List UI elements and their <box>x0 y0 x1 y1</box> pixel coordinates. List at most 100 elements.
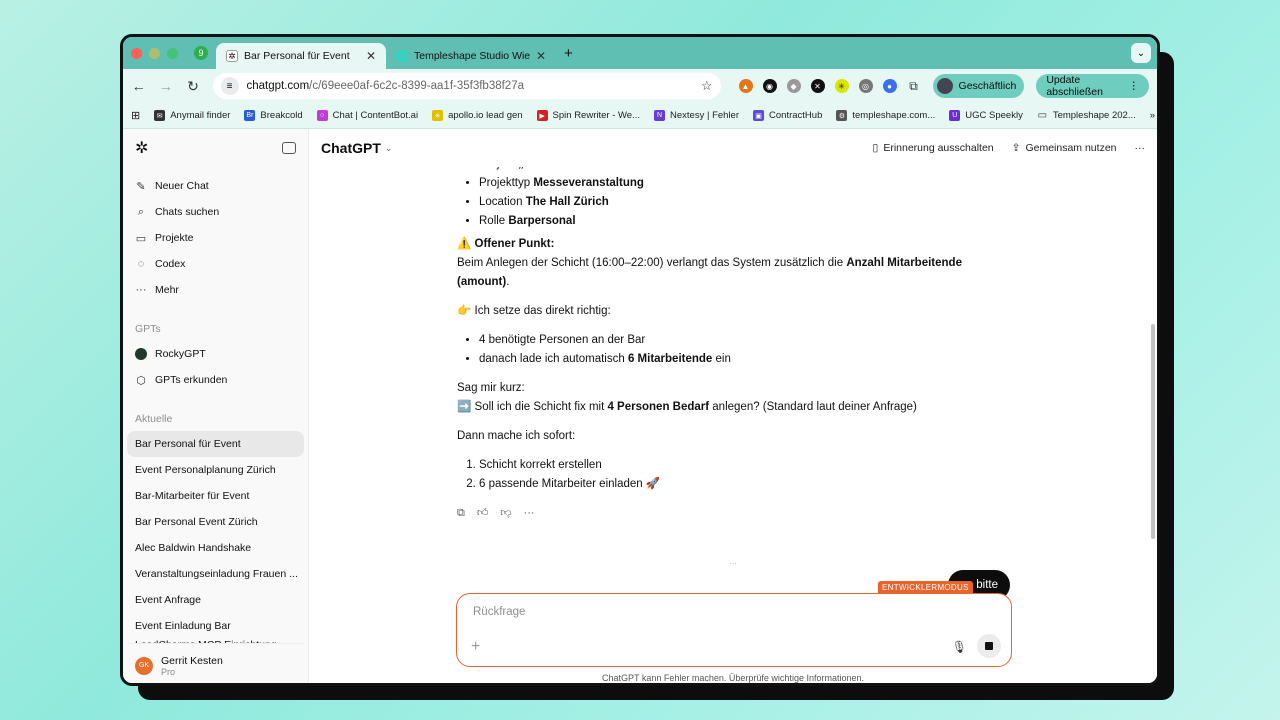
composer[interactable]: Rückfrage + 🎙︎ <box>456 593 1012 667</box>
close-tab-icon[interactable]: ✕ <box>536 49 546 63</box>
paragraph-bold: 4 Personen Bedarf <box>607 401 710 413</box>
openai-logo-icon[interactable]: ✲ <box>135 138 148 158</box>
recent-chat-item[interactable]: Bar Personal für Event <box>127 431 304 457</box>
folder-icon: ▭ <box>135 232 147 245</box>
user-account-button[interactable]: GK Gerrit Kesten Pro <box>127 643 304 683</box>
bookmark-item[interactable]: ▶ Spin Rewriter - We... <box>536 110 640 121</box>
sidebar-item-rockygpt[interactable]: RockyGPT <box>127 341 304 367</box>
tab-group-count[interactable]: 9 <box>194 46 208 60</box>
back-button[interactable]: ← <box>131 78 146 94</box>
folder-icon: ▭ <box>1037 110 1048 121</box>
browser-window: 9 ✲ Bar Personal für Event ✕ Templeshape… <box>120 34 1160 686</box>
bookmark-favicon-icon: ⚙ <box>836 110 848 121</box>
model-selector[interactable]: ChatGPT ⌄ <box>321 140 392 156</box>
more-options-icon[interactable]: ··· <box>524 504 535 523</box>
sidebar-item-projects[interactable]: ▭ Projekte <box>127 225 304 251</box>
bookmark-label: templeshape.com... <box>852 110 936 121</box>
microphone-icon[interactable]: 🎙︎ <box>952 640 967 654</box>
thumbs-down-icon[interactable]: 👎︎ <box>500 504 511 523</box>
sidebar-item-codex[interactable]: ◌ Codex <box>127 251 304 277</box>
bookmark-item[interactable]: ○ Chat | ContentBot.ai <box>316 110 419 121</box>
paragraph-text: Soll ich die Schicht fix mit <box>474 401 608 413</box>
copy-icon[interactable]: ⧉ <box>457 504 465 523</box>
user-name: Gerrit Kesten <box>161 654 223 667</box>
extension-icon[interactable]: ● <box>882 79 897 93</box>
close-window-button[interactable] <box>131 47 142 59</box>
more-options-icon[interactable]: ··· <box>1135 142 1146 154</box>
chat-header: ChatGPT ⌄ ▯ Erinnerung ausschalten ⇪ Gemein… <box>309 129 1157 167</box>
bookmark-favicon-icon: N <box>654 110 666 121</box>
ask-text: Sag mir kurz: <box>457 382 525 394</box>
tab-chatgpt[interactable]: ✲ Bar Personal für Event ✕ <box>216 43 386 69</box>
recent-chat-item[interactable]: Veranstaltungseinladung Frauen ... <box>127 561 304 587</box>
browser-toolbar: ← → ↻ ≡ chatgpt.com/c/69eee0af-6c2c-8399… <box>123 69 1157 103</box>
extension-icon[interactable]: ◉ <box>762 79 777 93</box>
recent-chat-item[interactable]: Alec Baldwin Handshake <box>127 535 304 561</box>
puzzle-icon[interactable]: ⧉ <box>907 79 921 93</box>
thumbs-up-icon[interactable]: 👍︎ <box>477 504 489 523</box>
recent-chat-item[interactable]: Event Anfrage <box>127 587 304 613</box>
address-bar[interactable]: ≡ chatgpt.com/c/69eee0af-6c2c-8399-aa1f-… <box>212 73 721 99</box>
recent-chat-item[interactable]: Event Einladung Bar <box>127 613 304 639</box>
bookmark-item[interactable]: Br Breakcold <box>244 110 303 121</box>
bookmark-folder[interactable]: ▭ Templeshape 202... <box>1037 110 1136 121</box>
bookmark-item[interactable]: U UGC Speekly <box>949 110 1023 121</box>
profile-label: Geschäftlich <box>958 80 1017 92</box>
extension-icon[interactable]: ✕ <box>810 79 825 93</box>
open-point-heading: Offener Punkt: <box>474 238 555 250</box>
bookmark-star-icon[interactable]: ☆ <box>701 78 713 94</box>
maximize-window-button[interactable] <box>167 47 178 59</box>
recent-chat-item[interactable]: Bar Personal Event Zürich <box>127 509 304 535</box>
sidebar-toggle-icon[interactable] <box>282 142 296 154</box>
update-button[interactable]: Update abschließen ⋮ <box>1036 74 1149 98</box>
list-item: Projekttyp Messeveranstaltung <box>479 174 987 193</box>
composer-input[interactable]: Rückfrage <box>473 606 525 618</box>
bookmark-item[interactable]: ▣ ContractHub <box>753 110 822 121</box>
extension-icon[interactable]: ◆ <box>786 79 801 93</box>
sidebar-item-search[interactable]: ⌕ Chats suchen <box>127 199 304 225</box>
sidebar-item-label: Mehr <box>155 284 179 296</box>
bookmark-item[interactable]: N Nextesy | Fehler <box>654 110 739 121</box>
scrollbar[interactable] <box>1151 324 1155 539</box>
rockygpt-avatar-icon <box>135 348 147 360</box>
extension-icon[interactable]: ✳ <box>834 79 849 93</box>
memory-icon: ▯ <box>872 142 879 154</box>
sidebar-item-more[interactable]: ··· Mehr <box>127 277 304 303</box>
list-item-value: Barpersonal <box>508 215 576 227</box>
more-bookmarks-icon[interactable]: » <box>1150 110 1155 121</box>
stop-generating-button[interactable] <box>977 634 1001 658</box>
sidebar-item-explore-gpts[interactable]: ⬡ GPTs erkunden <box>127 367 304 393</box>
sidebar: ✲ ✎ Neuer Chat ⌕ Chats suchen ▭ Projekte ◌ C… <box>123 129 309 683</box>
metamask-extension-icon[interactable]: ▲ <box>738 79 753 93</box>
memory-toggle-button[interactable]: ▯ Erinnerung ausschalten <box>873 142 994 154</box>
site-settings-icon[interactable]: ≡ <box>220 77 239 95</box>
bookmark-label: UGC Speekly <box>965 110 1023 121</box>
forward-button[interactable]: → <box>158 78 173 94</box>
new-tab-button[interactable]: + <box>564 45 573 62</box>
list-item: danach lade ich automatisch 6 Mitarbeite… <box>479 350 987 369</box>
bookmark-item[interactable]: ✳ apollo.io lead gen <box>432 110 523 121</box>
bookmark-item[interactable]: ⚙ templeshape.com... <box>836 110 935 121</box>
cube-icon: ⬡ <box>136 374 146 387</box>
profile-button[interactable]: Geschäftlich <box>932 74 1025 98</box>
tab-templeshape[interactable]: Templeshape Studio Wiediko ✕ <box>386 43 556 69</box>
share-button[interactable]: ⇪ Gemeinsam nutzen <box>1012 142 1117 154</box>
bookmark-favicon-icon: ✉ <box>154 110 166 121</box>
bookmark-label: Chat | ContentBot.ai <box>332 110 419 121</box>
search-icon: ⌕ <box>137 205 145 218</box>
add-attachment-icon[interactable]: + <box>471 638 480 656</box>
bookmark-favicon-icon: ▣ <box>753 110 765 121</box>
recent-chat-item[interactable]: Bar-Mitarbeiter für Event <box>127 483 304 509</box>
apps-grid-icon[interactable]: ⊞ <box>131 109 140 122</box>
bookmark-item[interactable]: ✉ Anymail finder <box>154 110 230 121</box>
close-tab-icon[interactable]: ✕ <box>366 49 376 63</box>
bookmark-favicon-icon: ✳ <box>432 110 444 121</box>
tab-search-chevron-icon[interactable]: ⌄ <box>1131 43 1151 63</box>
sidebar-item-new-chat[interactable]: ✎ Neuer Chat <box>127 173 304 199</box>
list-item: 6 passende Mitarbeiter einladen 🚀 <box>479 475 987 494</box>
recent-chat-item[interactable]: Event Personalplanung Zürich <box>127 457 304 483</box>
reload-button[interactable]: ↻ <box>185 78 200 95</box>
extension-icon[interactable]: ◎ <box>858 79 873 93</box>
warning-icon: ⚠️ <box>457 238 472 250</box>
minimize-window-button[interactable] <box>149 47 160 59</box>
